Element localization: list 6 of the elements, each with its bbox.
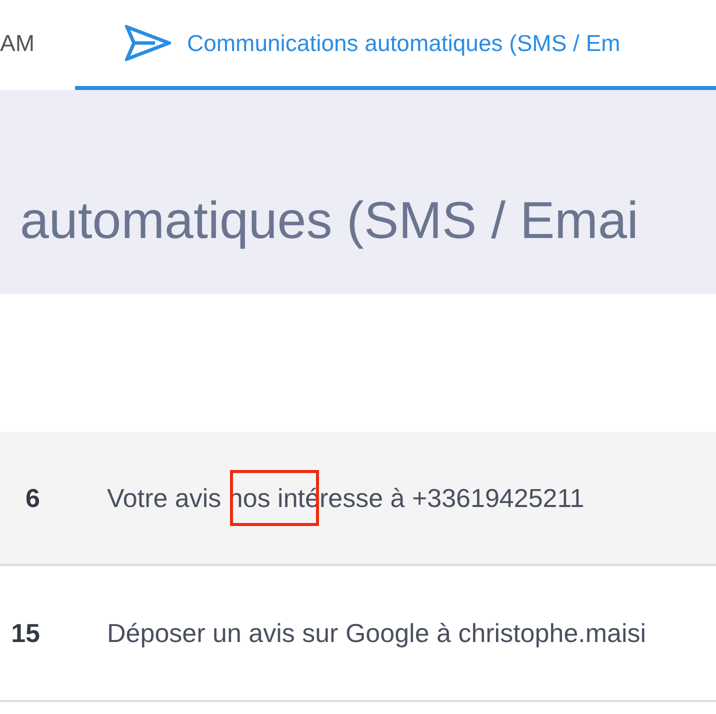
page-title: automatiques (SMS / Emai — [20, 191, 638, 252]
tab[interactable]: AM — [0, 0, 75, 90]
table-cell-text: 6 — [24, 482, 40, 514]
table-cell-text: Déposer un avis sur Google à christophe.maisi — [107, 616, 646, 650]
table-cell-text: 15 — [10, 616, 40, 650]
send-icon — [125, 25, 171, 61]
